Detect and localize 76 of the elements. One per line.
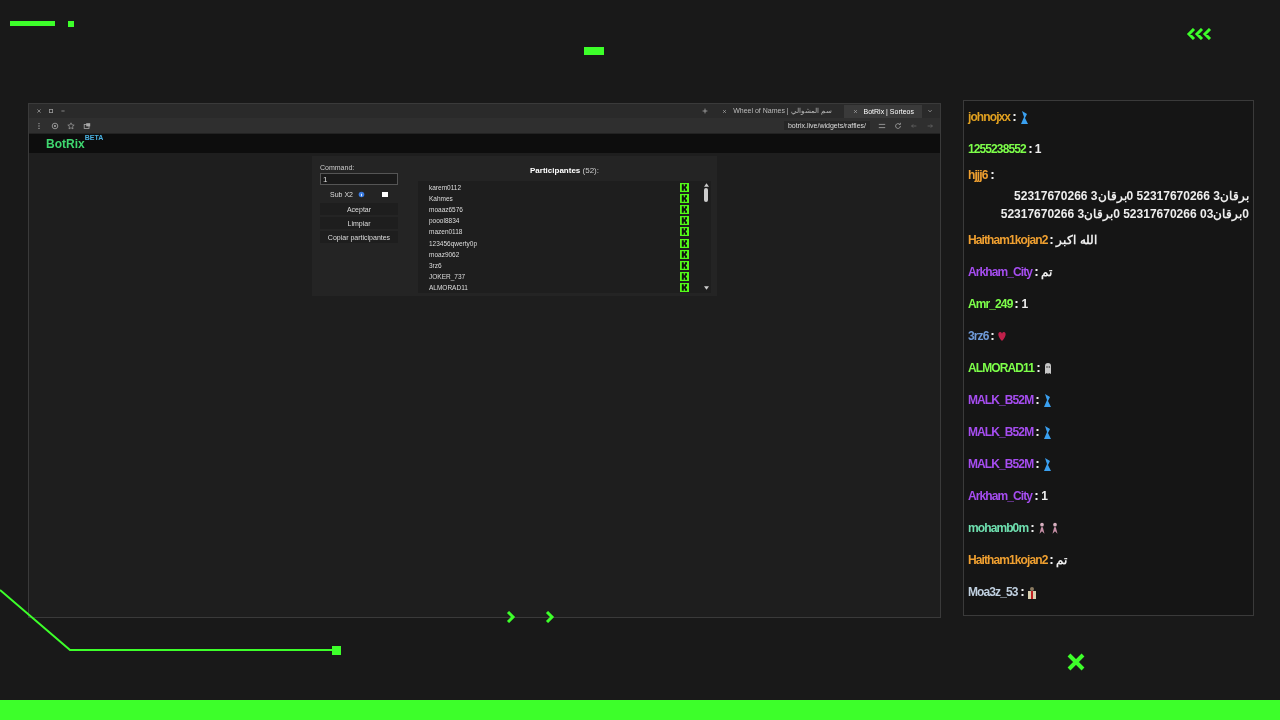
scrollbar[interactable] (701, 181, 711, 293)
chat-message: تم (1041, 264, 1053, 281)
new-tab-icon[interactable] (701, 107, 710, 115)
colon-icon (1036, 427, 1040, 437)
accent-bar (584, 47, 604, 55)
colon-icon (1031, 523, 1035, 533)
chat-username: Haitham1kojan2 (968, 552, 1048, 569)
gift-emote-icon (1026, 584, 1037, 600)
colon-icon (990, 170, 994, 180)
accent-bar (10, 21, 55, 26)
logo[interactable]: BotRix (46, 137, 85, 151)
participants-title: Participantes (52): (529, 165, 600, 177)
colon-icon (1035, 491, 1039, 501)
chat-username: MALK_B52M (968, 392, 1034, 409)
colon-icon (991, 331, 995, 341)
close-icon[interactable] (721, 107, 729, 115)
chat-username: Moa3z_53 (968, 584, 1018, 601)
info-icon (358, 190, 365, 198)
chat-username: ALMORAD11 (968, 360, 1034, 377)
colon-icon (1028, 144, 1032, 154)
accent-square (68, 21, 74, 27)
ghost-emote-icon (1042, 360, 1053, 376)
kick-icon (680, 260, 689, 270)
chat-message: 1 (1034, 141, 1041, 158)
kick-icon (680, 238, 689, 248)
chat-username: Haitham1kojan2 (968, 232, 1048, 249)
colon-icon (1036, 395, 1040, 405)
scroll-down-icon[interactable] (703, 286, 709, 290)
colon-icon (1036, 459, 1040, 469)
chat-username: hjjj6 (968, 167, 988, 184)
maximize-icon[interactable] (47, 107, 55, 115)
checkbox[interactable] (382, 191, 388, 197)
kick-icon (680, 194, 689, 204)
colon-icon (1050, 555, 1054, 565)
colon-icon (1035, 267, 1039, 277)
kick-icon (680, 249, 689, 259)
reload-icon[interactable] (894, 121, 902, 130)
command-field[interactable]: 1 (320, 173, 398, 185)
tune-icon[interactable] (878, 121, 886, 130)
chat-username: Arkham_City (968, 488, 1033, 505)
kick-icon (680, 216, 689, 226)
kick-icon (680, 227, 689, 237)
tab-menu-icon[interactable] (926, 107, 934, 115)
minimize-icon[interactable] (59, 107, 67, 115)
kick-icon (680, 282, 689, 292)
scroll-up-icon[interactable] (703, 183, 709, 187)
menu-icon[interactable] (35, 121, 43, 130)
chat-message: الله اكبر (1056, 232, 1097, 249)
close-icon[interactable] (851, 107, 859, 115)
chevrons-icon (1186, 28, 1214, 40)
colon-icon (1036, 363, 1040, 373)
colon-icon (1015, 299, 1019, 309)
chat-username: johnojxx (968, 109, 1011, 126)
kick-icon (680, 205, 689, 215)
chat-message: تم (1056, 552, 1068, 569)
chat-username: MALK_B52M (968, 424, 1034, 441)
close-icon[interactable] (35, 107, 43, 115)
chat-username: 1255238552 (968, 141, 1026, 158)
chevrons-icon (505, 611, 555, 623)
chat-message: 1 (1041, 488, 1047, 505)
colon-icon (1050, 235, 1054, 245)
chat-username: 3rz6 (968, 328, 989, 345)
extensions-icon[interactable] (83, 121, 91, 130)
kick-icon (680, 183, 689, 193)
cross-icon (1066, 652, 1086, 672)
chat-username: Amr_249 (968, 296, 1013, 313)
star-icon[interactable] (67, 121, 75, 130)
kick-icon (680, 271, 689, 281)
eye-icon[interactable] (51, 121, 59, 130)
chat-username: mohamb0m (968, 520, 1029, 537)
chat-message: برقان3 52317670266 0برقان3 52317670266 0برقان03 52317670266 0برقان3 52317670266 (999, 188, 1249, 223)
colon-icon (1020, 587, 1024, 597)
chat-message: 1 (1021, 296, 1028, 313)
chat-username: MALK_B52M (968, 456, 1034, 473)
colon-icon (1013, 112, 1017, 122)
chat-username: Arkham_City (968, 264, 1033, 281)
